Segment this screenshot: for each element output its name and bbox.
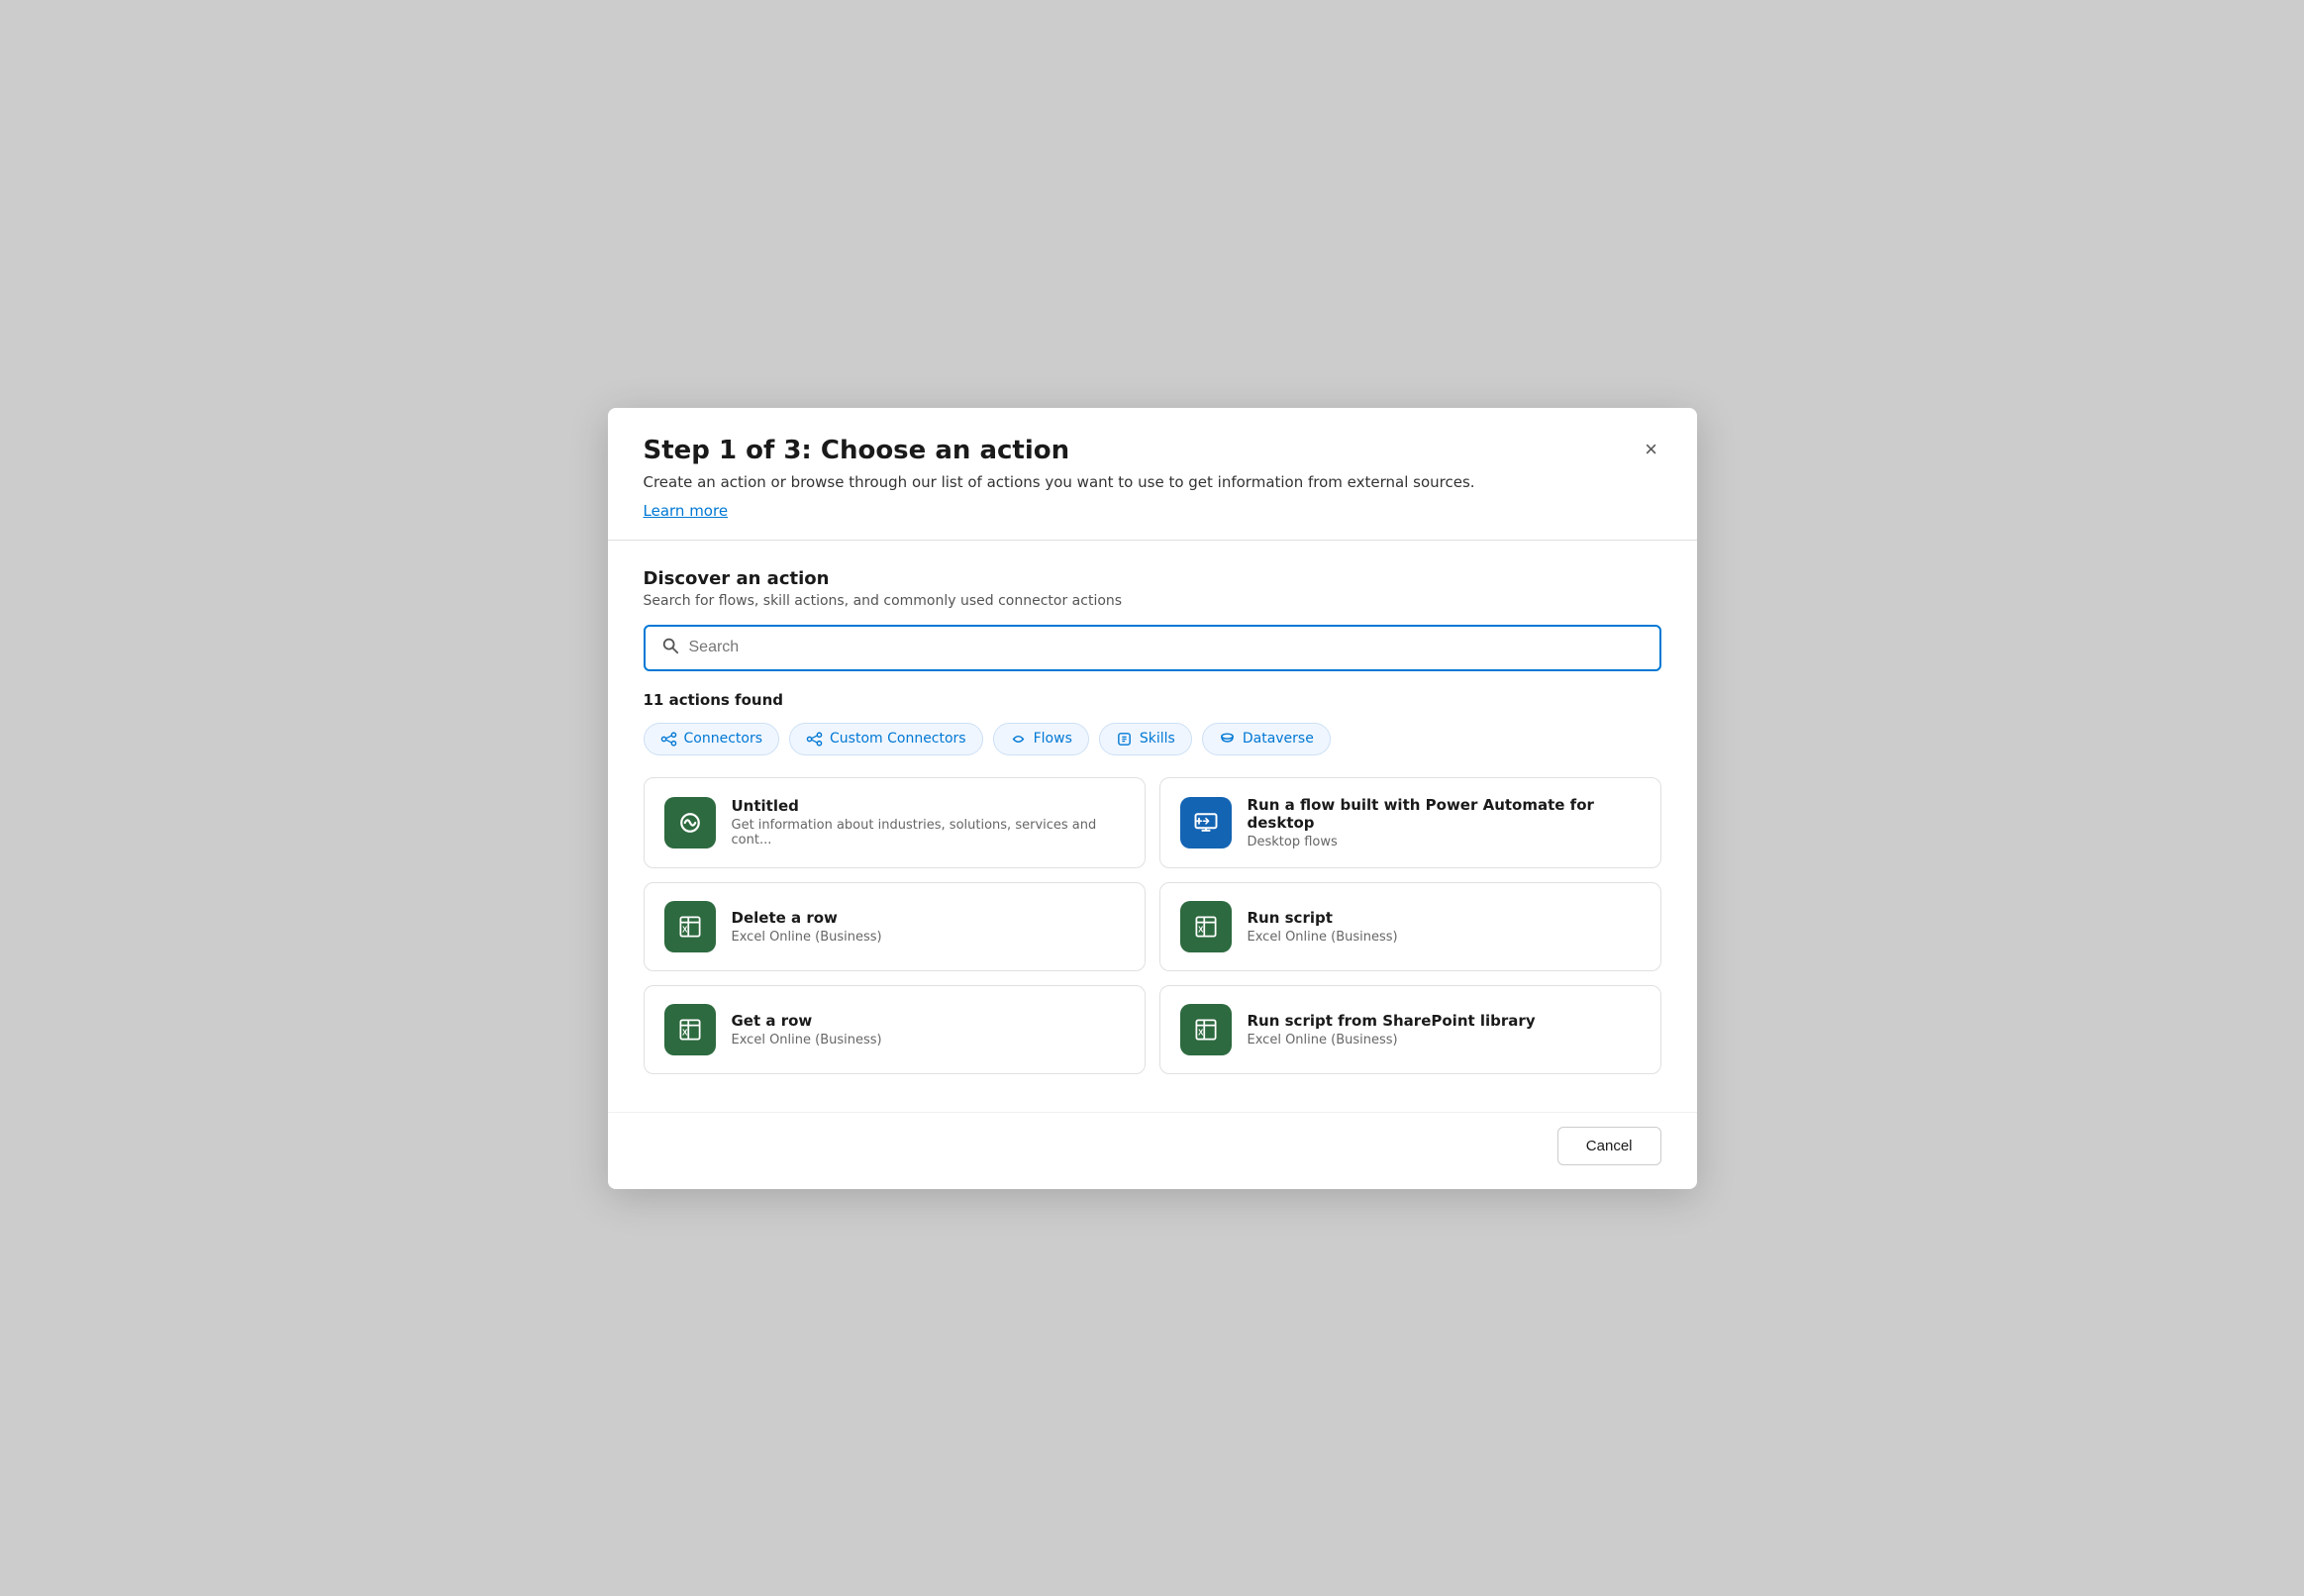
dialog-subtitle: Create an action or browse through our l…: [644, 473, 1661, 491]
action-name-delete-row: Delete a row: [732, 909, 882, 927]
dataverse-chip-icon: [1219, 731, 1236, 748]
chip-flows-label: Flows: [1034, 731, 1072, 747]
cancel-button[interactable]: Cancel: [1557, 1127, 1661, 1165]
action-card-run-script-sharepoint[interactable]: X Run script from SharePoint library Exc…: [1159, 985, 1661, 1074]
action-sub-get-row: Excel Online (Business): [732, 1033, 882, 1047]
flows-chip-icon: [1010, 731, 1027, 748]
search-input[interactable]: [689, 639, 1644, 656]
action-sub-untitled: Get information about industries, soluti…: [732, 818, 1125, 848]
action-sub-run-script: Excel Online (Business): [1248, 930, 1398, 945]
action-name-run-script-sharepoint: Run script from SharePoint library: [1248, 1012, 1536, 1030]
actions-found-label: 11 actions found: [644, 691, 1661, 709]
action-name-get-row: Get a row: [732, 1012, 882, 1030]
chip-custom-connectors-label: Custom Connectors: [830, 731, 966, 747]
action-card-get-row[interactable]: X Get a row Excel Online (Business): [644, 985, 1146, 1074]
action-info-untitled: Untitled Get information about industrie…: [732, 797, 1125, 848]
svg-text:X: X: [1198, 1028, 1204, 1037]
dialog-footer: Cancel: [608, 1112, 1697, 1189]
actions-grid: Untitled Get information about industrie…: [644, 777, 1661, 1074]
action-sub-desktop-flow: Desktop flows: [1248, 835, 1641, 849]
chip-flows[interactable]: Flows: [993, 723, 1089, 755]
chip-dataverse[interactable]: Dataverse: [1202, 723, 1331, 755]
action-name-desktop-flow: Run a flow built with Power Automate for…: [1248, 796, 1641, 832]
search-icon: [661, 637, 679, 659]
search-box: [644, 625, 1661, 671]
action-sub-delete-row: Excel Online (Business): [732, 930, 882, 945]
dialog-title: Step 1 of 3: Choose an action: [644, 436, 1661, 465]
action-card-run-script[interactable]: X Run script Excel Online (Business): [1159, 882, 1661, 971]
chip-custom-connectors[interactable]: Custom Connectors: [789, 723, 983, 755]
action-card-desktop-flow[interactable]: Run a flow built with Power Automate for…: [1159, 777, 1661, 868]
close-icon: ×: [1645, 437, 1657, 462]
action-icon-desktop-flow: [1180, 797, 1232, 848]
chip-skills[interactable]: Skills: [1099, 723, 1192, 755]
action-info-run-script-sharepoint: Run script from SharePoint library Excel…: [1248, 1012, 1536, 1047]
action-icon-delete-row: X: [664, 901, 716, 952]
action-info-delete-row: Delete a row Excel Online (Business): [732, 909, 882, 945]
svg-text:X: X: [682, 1028, 688, 1037]
action-icon-run-script-sharepoint: X: [1180, 1004, 1232, 1055]
action-info-desktop-flow: Run a flow built with Power Automate for…: [1248, 796, 1641, 849]
discover-subtitle: Search for flows, skill actions, and com…: [644, 593, 1661, 609]
action-name-run-script: Run script: [1248, 909, 1398, 927]
action-sub-run-script-sharepoint: Excel Online (Business): [1248, 1033, 1536, 1047]
close-button[interactable]: ×: [1634, 432, 1669, 467]
action-card-untitled[interactable]: Untitled Get information about industrie…: [644, 777, 1146, 868]
svg-text:X: X: [682, 925, 688, 934]
action-name-untitled: Untitled: [732, 797, 1125, 815]
choose-action-dialog: Step 1 of 3: Choose an action Create an …: [608, 408, 1697, 1189]
action-info-run-script: Run script Excel Online (Business): [1248, 909, 1398, 945]
chip-skills-label: Skills: [1140, 731, 1175, 747]
action-icon-get-row: X: [664, 1004, 716, 1055]
action-info-get-row: Get a row Excel Online (Business): [732, 1012, 882, 1047]
learn-more-link[interactable]: Learn more: [644, 502, 729, 520]
action-icon-untitled: [664, 797, 716, 848]
dialog-body: Discover an action Search for flows, ski…: [608, 541, 1697, 1112]
custom-connectors-chip-icon: [806, 731, 823, 748]
svg-text:X: X: [1198, 925, 1204, 934]
connectors-chip-icon: [660, 731, 677, 748]
dialog-header: Step 1 of 3: Choose an action Create an …: [608, 408, 1697, 541]
skills-chip-icon: [1116, 731, 1133, 748]
filter-chips: Connectors Custom Connectors: [644, 723, 1661, 755]
discover-title: Discover an action: [644, 568, 1661, 589]
chip-dataverse-label: Dataverse: [1243, 731, 1314, 747]
chip-connectors-label: Connectors: [684, 731, 763, 747]
action-icon-run-script: X: [1180, 901, 1232, 952]
chip-connectors[interactable]: Connectors: [644, 723, 780, 755]
action-card-delete-row[interactable]: X Delete a row Excel Online (Business): [644, 882, 1146, 971]
